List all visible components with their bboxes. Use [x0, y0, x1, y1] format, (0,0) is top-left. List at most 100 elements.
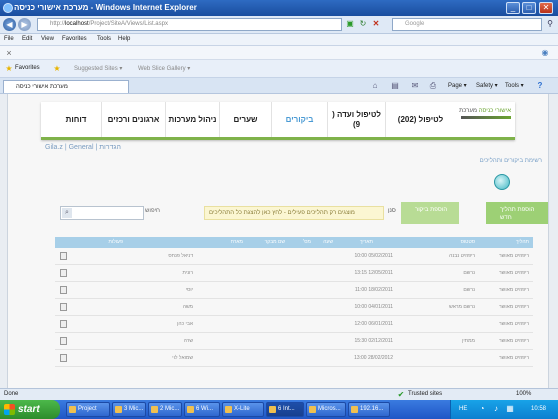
table-row[interactable]: ריפוזיט מאושר ממתין 15:30 02/12/2011 שרה [55, 333, 533, 350]
nav-reports[interactable]: דוחות [51, 102, 101, 137]
taskbar-button[interactable]: Micros... [306, 402, 346, 417]
col-actions[interactable]: פעולות [108, 239, 123, 245]
network-icon[interactable]: ▦ [505, 404, 515, 414]
cell-date: 12:00 06/01/2011 [354, 321, 393, 327]
table-row[interactable]: ריפוזיט מאושר 12:00 06/01/2011 אבי כהן [55, 316, 533, 333]
add-favorite-icon[interactable]: ★ [52, 64, 62, 74]
cell-date: 11:00 18/02/2011 [354, 287, 393, 293]
taskbar-button[interactable]: 2 Mic... [148, 402, 182, 417]
start-button[interactable]: start [0, 400, 60, 419]
menu-tools[interactable]: Tools [97, 36, 111, 42]
findbar-options-icon[interactable]: ◉ [540, 48, 550, 58]
close-findbar-icon[interactable]: × [4, 48, 14, 58]
col-status[interactable]: סטטוס [461, 239, 475, 245]
print-icon[interactable]: ⎙ [428, 81, 438, 91]
nav-organizations[interactable]: ארגונים ורכזים [101, 102, 165, 137]
taskbar-button[interactable]: X-Lite [222, 402, 264, 417]
web-page: אישורי כניסה מערכת לטיפול (202) לטיפול ו… [8, 94, 548, 388]
refresh-icon[interactable]: ↻ [358, 19, 368, 29]
home-icon[interactable]: ⌂ [370, 81, 380, 91]
status-text: Done [4, 391, 19, 397]
taskbar: start Project 3 Mic... 2 Mic... 6 Wi... X-Li… [0, 400, 558, 419]
table-row[interactable]: ריפוזיט מאושר 13:00 28/02/2012 שמואל לוי [55, 350, 533, 367]
table-row[interactable]: ריפוזיט מאושר נרשם מראש 10:00 04/01/2011 מש… [55, 299, 533, 316]
breadcrumb[interactable]: Gila.z | General | הגדרות [45, 144, 121, 151]
taskbar-button[interactable]: Project [66, 402, 110, 417]
safety-menu[interactable]: Safety ▾ [476, 82, 498, 89]
address-row: ◀ ▶ http://localhost/Project/SiteA/Views… [0, 16, 558, 34]
favorites-button[interactable]: Favorites [15, 65, 40, 71]
taskbar-button[interactable]: 6 Int... [266, 402, 304, 417]
table-row[interactable]: ריפוזיט מאושר נרשם 13:15 12/05/2011 רונית [55, 265, 533, 282]
col-visitor[interactable]: שם מבקר [265, 239, 285, 245]
magnifier-icon[interactable]: ⌕ [62, 208, 72, 218]
browser-tab[interactable]: מערכת אישורי כניסה [3, 80, 129, 93]
stop-icon[interactable]: ✕ [371, 19, 381, 29]
search-icon[interactable]: ⚲ [545, 19, 555, 29]
security-zone[interactable]: Trusted sites [408, 391, 442, 397]
menu-edit[interactable]: Edit [22, 36, 32, 42]
page-search-input[interactable]: ⌕ [60, 206, 144, 220]
tray-icon[interactable]: ◔ [477, 404, 487, 414]
menu-view[interactable]: View [41, 36, 54, 42]
add-process-button[interactable]: הוספת תהליך חדש [486, 202, 548, 224]
nav-to-handle[interactable]: לטיפול (202) [385, 102, 455, 137]
cell-process: ריפוזיט מאושר [499, 355, 529, 361]
back-button[interactable]: ◀ [3, 18, 16, 31]
nav-system-management[interactable]: ניהול מערכות [165, 102, 219, 137]
nav-visits[interactable]: ביקורים [271, 102, 327, 137]
close-window-button[interactable]: ✕ [539, 2, 553, 14]
volume-icon[interactable]: ♪ [491, 404, 501, 414]
edit-row-icon[interactable] [60, 286, 67, 294]
feeds-icon[interactable]: ▤ [390, 81, 400, 91]
add-visit-button[interactable]: הוספת ביקור [401, 202, 459, 224]
edit-row-icon[interactable] [60, 320, 67, 328]
menu-favorites[interactable]: Favorites [62, 36, 87, 42]
cell-date: 15:30 02/12/2011 [354, 338, 393, 344]
maximize-button[interactable]: □ [522, 2, 536, 14]
refresh-round-button[interactable] [494, 174, 510, 190]
taskbar-button-label: 2 Mic... [160, 406, 180, 412]
cell-process: ריפוזיט מאושר [499, 270, 529, 276]
compat-view-icon[interactable]: ▣ [345, 19, 355, 29]
taskbar-button[interactable]: 6 Wi... [184, 402, 220, 417]
filter-notice[interactable]: מוצגים רק תהליכים פעילים - לחץ כאן להצגת… [204, 206, 384, 220]
address-input[interactable]: http://localhost/Project/SiteA/Views/Lis… [37, 18, 342, 31]
menu-file[interactable]: File [4, 36, 14, 42]
col-date[interactable]: תאריך [360, 239, 373, 245]
edit-row-icon[interactable] [60, 252, 67, 260]
url-path: /Project/SiteA/Views/List.aspx [88, 21, 168, 27]
nav-gates[interactable]: שערים [219, 102, 271, 137]
fav-suggested-sites[interactable]: Suggested Sites ▾ [74, 65, 122, 72]
fav-web-slice-gallery[interactable]: Web Slice Gallery ▾ [138, 65, 190, 72]
taskbar-button[interactable]: 192.16... [348, 402, 390, 417]
taskbar-button[interactable]: 3 Mic... [112, 402, 146, 417]
nav-committee[interactable]: לטיפול ועדה ( 9) [327, 102, 385, 137]
menu-help[interactable]: Help [118, 36, 130, 42]
page-menu[interactable]: Page ▾ [448, 82, 467, 89]
edit-row-icon[interactable] [60, 337, 67, 345]
edit-row-icon[interactable] [60, 269, 67, 277]
left-scrollbar[interactable] [0, 94, 8, 388]
search-input[interactable]: Google [392, 18, 542, 31]
edit-row-icon[interactable] [60, 303, 67, 311]
edit-row-icon[interactable] [60, 354, 67, 362]
visits-table: תהליך סטטוס תאריך שעה מס׳ שם מבקר מארח פ… [55, 237, 533, 367]
tools-menu[interactable]: Tools ▾ [505, 82, 524, 89]
logo-text: מערכת [459, 108, 478, 114]
table-row[interactable]: ריפוזיט מאושר ריפוזיט נבנה 10:00 05/02/201… [55, 248, 533, 265]
right-scrollbar[interactable] [548, 94, 558, 388]
forward-button[interactable]: ▶ [18, 18, 31, 31]
table-row[interactable]: ריפוזיט מאושר נרשם 11:00 18/02/2011 יוסי [55, 282, 533, 299]
help-icon[interactable]: ? [535, 81, 545, 91]
col-time[interactable]: שעה [323, 239, 333, 245]
cell-date: 13:15 12/05/2011 [354, 270, 393, 276]
minimize-button[interactable]: _ [506, 2, 520, 14]
col-number[interactable]: מס׳ [302, 239, 311, 245]
col-host[interactable]: מארח [231, 239, 243, 245]
cell-status: ממתין [462, 338, 475, 344]
language-indicator[interactable]: HE [459, 406, 467, 412]
col-process[interactable]: תהליך [516, 239, 529, 245]
mail-icon[interactable]: ✉ [410, 81, 420, 91]
zoom-level[interactable]: 100% [516, 391, 531, 397]
